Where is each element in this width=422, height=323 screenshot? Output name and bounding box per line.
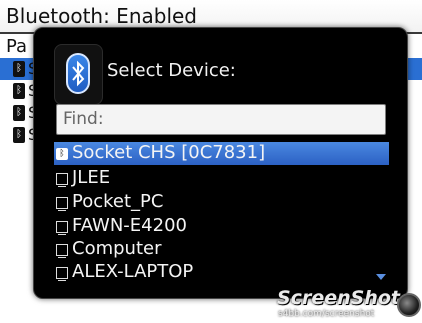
find-placeholder: Find: [63, 109, 104, 129]
dialog-title: Select Device: [107, 60, 236, 81]
watermark-title: ScreenShot [277, 287, 400, 309]
computer-icon [56, 173, 68, 187]
device-item[interactable]: JLEE [54, 167, 389, 190]
device-label: ALEX-LAPTOP [72, 261, 194, 282]
select-device-dialog: Select Device: Find: ᛒ Socket CHS [0C783… [33, 27, 408, 299]
find-input[interactable]: Find: [56, 104, 386, 135]
device-label: FAWN-E4200 [72, 215, 187, 236]
device-item[interactable]: FAWN-E4200 [54, 215, 389, 238]
camera-lens-icon [397, 293, 421, 317]
watermark: ScreenShot s4bb.com/screenshot [270, 287, 422, 323]
scroll-down-arrow-icon[interactable] [376, 274, 386, 280]
device-item[interactable]: Computer [54, 238, 389, 261]
device-label: Computer [72, 238, 162, 259]
computer-icon [56, 244, 68, 258]
watermark-url: s4bb.com/screenshot [278, 309, 375, 319]
bluetooth-icon: ᛒ [56, 148, 68, 160]
device-label: Socket CHS [0C7831] [72, 142, 266, 163]
bluetooth-badge-icon [54, 44, 103, 105]
bluetooth-icon: ᛒ [13, 105, 25, 121]
device-label: Pocket_PC [72, 191, 164, 212]
device-item[interactable]: Pocket_PC [54, 191, 389, 214]
bluetooth-rune-icon [72, 60, 85, 87]
computer-icon [56, 221, 68, 235]
device-item[interactable]: ALEX-LAPTOP [54, 261, 389, 284]
computer-icon [56, 267, 68, 281]
background-title: Bluetooth: Enabled [6, 4, 198, 28]
bluetooth-icon: ᛒ [13, 83, 25, 99]
bluetooth-icon: ᛒ [13, 61, 25, 77]
device-item[interactable]: ᛒ Socket CHS [0C7831] [54, 142, 389, 165]
computer-icon [56, 197, 68, 211]
bluetooth-icon: ᛒ [13, 127, 25, 143]
device-label: JLEE [72, 167, 111, 188]
background-list-header: Pa [6, 36, 28, 57]
